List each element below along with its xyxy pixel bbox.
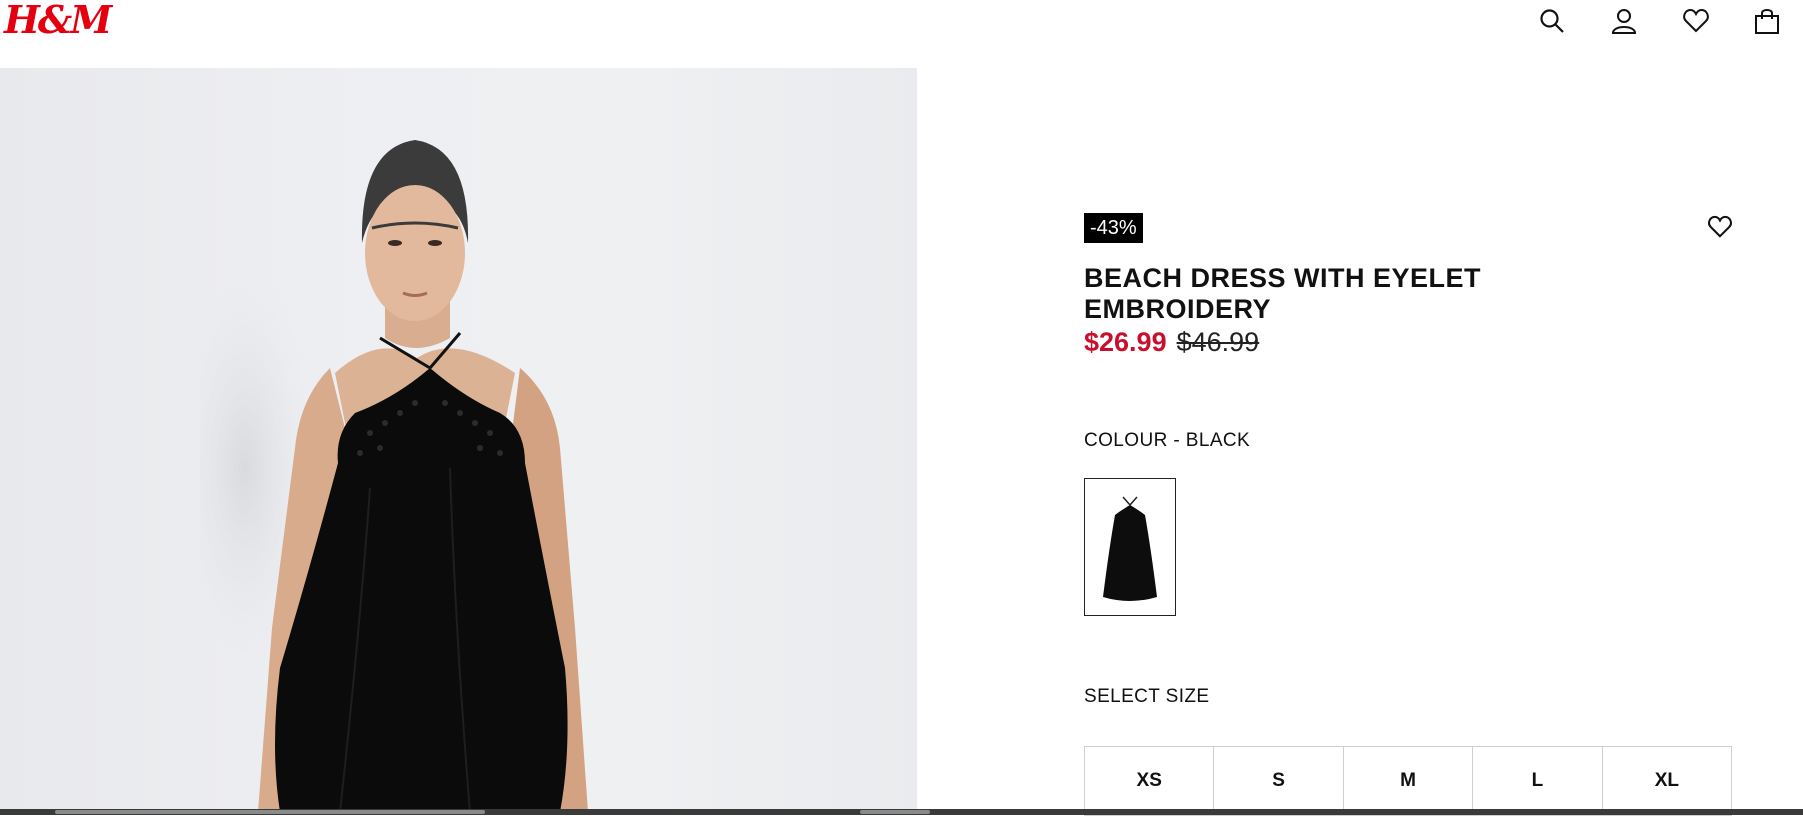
price-block: $26.99 $46.99: [1084, 326, 1259, 358]
size-option-m[interactable]: M: [1342, 746, 1473, 816]
scrollbar-thumb[interactable]: [55, 810, 485, 814]
size-option-xl[interactable]: XL: [1601, 746, 1733, 816]
colour-swatch-black[interactable]: [1084, 478, 1176, 616]
site-header: H&M: [0, 0, 1803, 68]
original-price: $46.99: [1176, 327, 1260, 357]
search-icon[interactable]: [1537, 6, 1567, 36]
model-photo: [200, 140, 588, 812]
brand-logo[interactable]: H&M: [4, 0, 112, 40]
size-option-xs[interactable]: XS: [1084, 746, 1214, 816]
size-option-s[interactable]: S: [1213, 746, 1343, 816]
product-title: BEACH DRESS WITH EYELET EMBROIDERY: [1084, 263, 1482, 324]
discount-badge: -43%: [1084, 213, 1143, 243]
size-option-l[interactable]: L: [1472, 746, 1602, 816]
dress-thumbnail: [1103, 496, 1157, 601]
bag-icon[interactable]: [1752, 6, 1782, 36]
horizontal-scrollbar[interactable]: [0, 809, 1803, 815]
colour-label: COLOUR - BLACK: [1084, 430, 1251, 451]
add-to-favourites-icon[interactable]: [1704, 212, 1736, 242]
favourites-icon[interactable]: [1681, 6, 1711, 36]
size-selector: XS S M L XL: [1084, 746, 1733, 816]
scrollbar-thumb-secondary[interactable]: [860, 810, 930, 814]
account-icon[interactable]: [1609, 6, 1639, 36]
product-image[interactable]: [0, 68, 917, 812]
sale-price: $26.99: [1084, 327, 1167, 357]
select-size-label: SELECT SIZE: [1084, 686, 1210, 707]
